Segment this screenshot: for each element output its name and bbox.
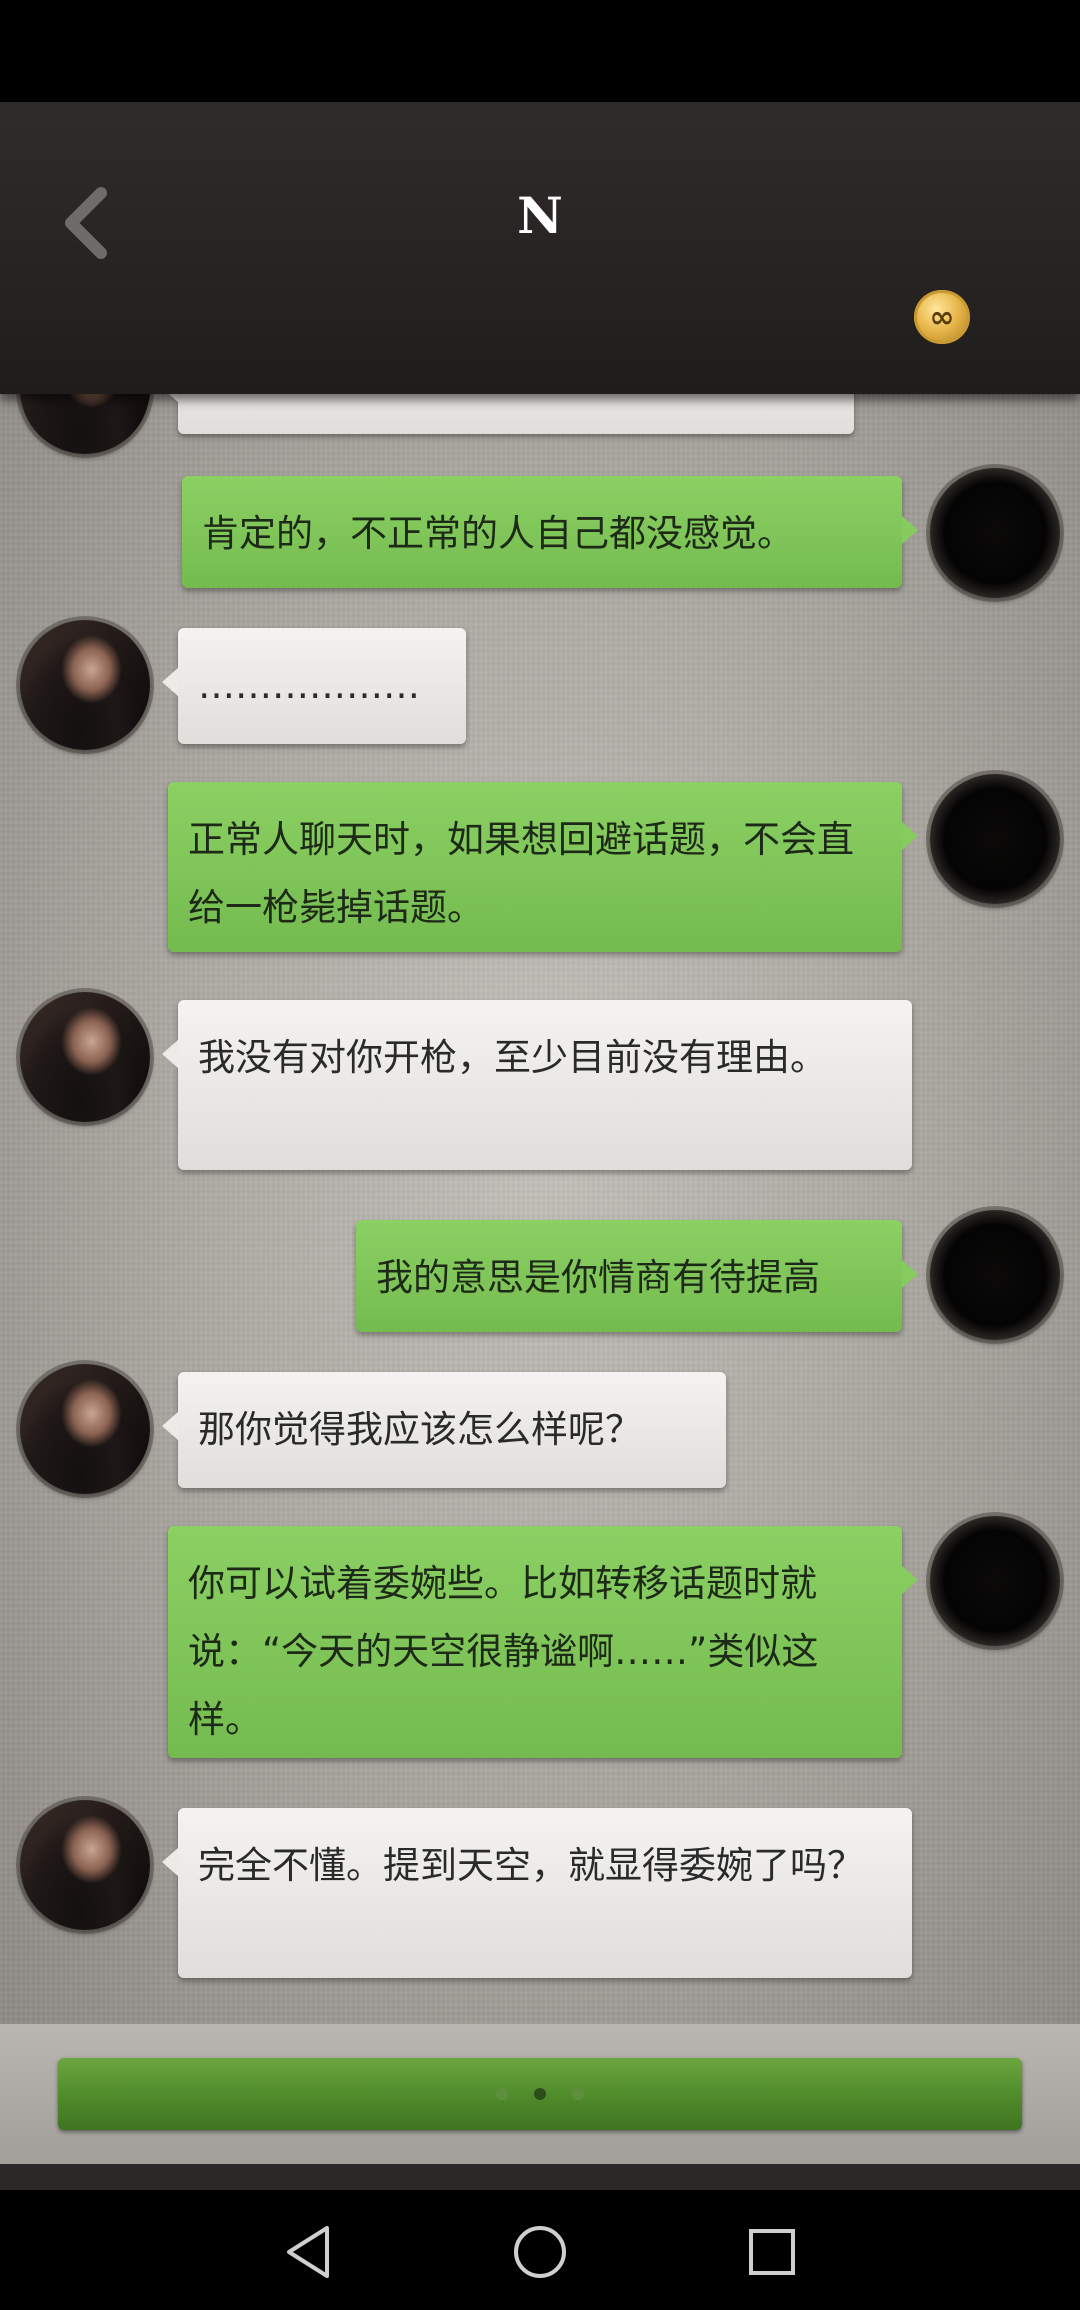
contact-avatar[interactable] — [20, 992, 150, 1122]
message-text: 完全不懂。提到天空，就显得委婉了吗？ — [198, 1844, 864, 1887]
message-bubble-sent[interactable]: 正常人聊天时，如果想回避话题，不会直给一枪毙掉话题。 — [168, 782, 918, 952]
message-text: 你可以试着委婉些。比如转移话题时就说：“今天的天空很静谧啊……”类似这样。 — [188, 1562, 819, 1741]
message-text: 我没有对你开枪，至少目前没有理由。 — [198, 1036, 827, 1079]
contact-avatar[interactable] — [20, 1800, 150, 1930]
coin-symbol: ∞ — [929, 299, 955, 335]
contact-avatar[interactable] — [20, 394, 150, 454]
user-avatar[interactable] — [930, 468, 1060, 598]
message-bubble-partial — [162, 394, 854, 434]
nav-recents-button[interactable] — [742, 2222, 802, 2282]
square-recents-icon — [749, 2229, 795, 2275]
message-bubble-sent[interactable]: 你可以试着委婉些。比如转移话题时就说：“今天的天空很静谧啊……”类似这样。 — [168, 1526, 918, 1758]
pager-dot — [496, 2088, 508, 2100]
message-bubble-received[interactable]: 那你觉得我应该怎么样呢？ — [162, 1372, 726, 1488]
chat-area[interactable]: 肯定的，不正常的人自己都没感觉。 ……………… 正常人聊天时，如果想回避话题，不… — [0, 394, 1080, 2024]
message-text: 肯定的，不正常的人自己都没感觉。 — [202, 512, 794, 555]
message-text: 我的意思是你情商有待提高 — [376, 1256, 820, 1299]
message-bubble-received[interactable]: 我没有对你开枪，至少目前没有理由。 — [162, 1000, 912, 1170]
user-avatar[interactable] — [930, 1516, 1060, 1646]
user-avatar[interactable] — [930, 774, 1060, 904]
pager-dot — [572, 2088, 584, 2100]
nav-home-button[interactable] — [510, 2222, 570, 2282]
nav-back-button[interactable] — [278, 2222, 338, 2282]
message-text: 那你觉得我应该怎么样呢？ — [198, 1408, 642, 1451]
message-bubble-received[interactable]: ……………… — [162, 628, 466, 744]
message-bubble-received[interactable]: 完全不懂。提到天空，就显得委婉了吗？ — [162, 1808, 912, 1978]
message-bubble-sent[interactable]: 我的意思是你情商有待提高 — [356, 1220, 918, 1332]
circle-home-icon — [514, 2226, 566, 2278]
footer-strip — [0, 2164, 1080, 2190]
message-text: 正常人聊天时，如果想回避话题，不会直给一枪毙掉话题。 — [188, 818, 854, 929]
pager-dot-active — [534, 2088, 546, 2100]
user-avatar[interactable] — [930, 1210, 1060, 1340]
message-text: ……………… — [198, 664, 420, 707]
contact-avatar[interactable] — [20, 1364, 150, 1494]
infinity-coin-icon[interactable]: ∞ — [914, 290, 970, 344]
contact-avatar[interactable] — [20, 620, 150, 750]
triangle-back-icon — [287, 2226, 329, 2278]
chat-header — [0, 102, 1080, 394]
status-bar — [0, 0, 1080, 102]
message-bubble-sent[interactable]: 肯定的，不正常的人自己都没感觉。 — [182, 476, 918, 588]
chat-title: N — [517, 186, 563, 245]
